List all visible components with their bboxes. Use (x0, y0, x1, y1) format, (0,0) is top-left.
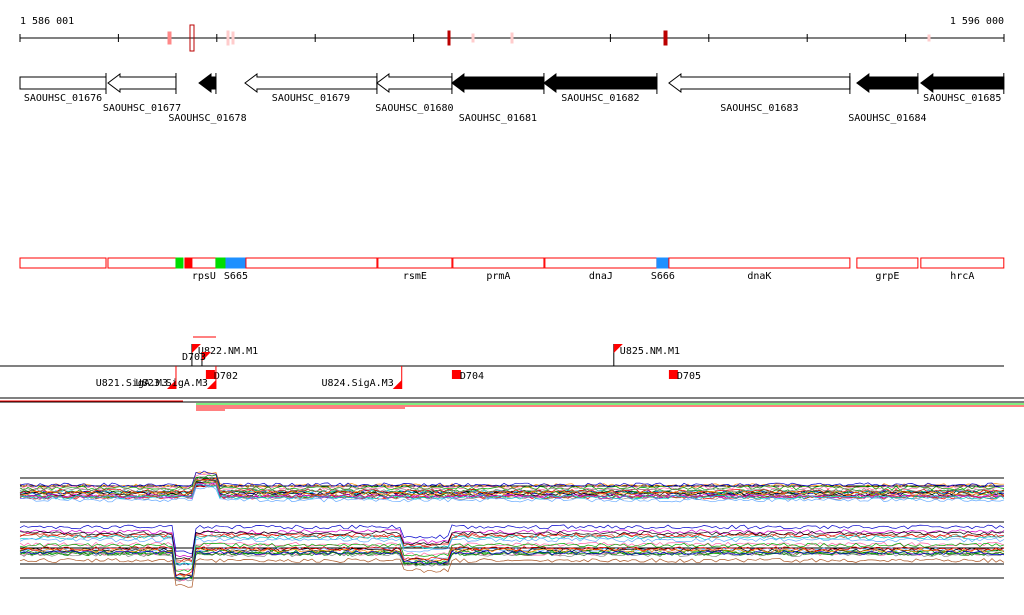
region-box[interactable] (377, 257, 453, 269)
region-box[interactable] (191, 257, 217, 269)
feature-flag-icon (206, 380, 216, 389)
axis-mark[interactable] (663, 30, 668, 46)
gene-saouhsc_01678[interactable]: SAOUHSC_01678 (168, 73, 247, 124)
feature-label: D703 (182, 352, 206, 363)
axis-mark[interactable] (167, 31, 172, 45)
gene-saouhsc_01676[interactable]: SAOUHSC_01676 (19, 73, 107, 104)
expression-trace (19, 552, 1005, 582)
region-box[interactable] (245, 257, 378, 269)
feature-u825-nm-m1[interactable]: U825.NM.M1 (613, 344, 680, 366)
axis-start-label: 1 586 001 (20, 16, 74, 27)
gene-label: SAOUHSC_01682 (561, 93, 639, 104)
feature-u824-siga-m3[interactable]: U824.SigA.M3 (321, 366, 403, 389)
region-box[interactable] (225, 257, 247, 269)
region-label: rsmE (403, 271, 427, 282)
axis-mark[interactable] (226, 30, 230, 46)
feature-track[interactable]: U822.NM.M1D703U825.NM.M1D702 D704 D705U821… (0, 336, 1024, 411)
region-track[interactable]: rpsU S665 rsmE prmA dnaJ S666 dnaK grpE hrcA (19, 257, 1005, 282)
region-label: S666 (651, 271, 675, 282)
gene-saouhsc_01680[interactable]: SAOUHSC_01680 (375, 73, 454, 114)
gene-label: SAOUHSC_01681 (459, 113, 537, 124)
gene-arrow[interactable] (920, 73, 1005, 93)
region-box[interactable] (19, 257, 107, 269)
gene-arrow[interactable] (668, 73, 851, 93)
expression-traces (19, 470, 1005, 588)
gene-saouhsc_01677[interactable]: SAOUHSC_01677 (103, 73, 181, 114)
feature-label: D702 (214, 371, 238, 382)
gene-label: SAOUHSC_01683 (720, 103, 798, 114)
region-label: prmA (486, 271, 510, 282)
region-label: rpsU (192, 271, 216, 282)
expression-trace (19, 471, 1004, 489)
expression-trace (19, 541, 1005, 572)
gene-saouhsc_01682[interactable]: SAOUHSC_01682 (543, 73, 658, 104)
region-box[interactable] (175, 257, 184, 269)
feature-flag-icon (392, 380, 402, 389)
region-label: grpE (875, 271, 899, 282)
gene-arrow[interactable] (376, 73, 453, 93)
axis-mark[interactable] (231, 31, 235, 45)
region-box[interactable] (656, 257, 670, 269)
gene-saouhsc_01685[interactable]: SAOUHSC_01685 (920, 73, 1005, 104)
gene-arrow[interactable] (19, 76, 107, 90)
gene-arrow[interactable] (856, 73, 919, 93)
region-label: dnaJ (589, 271, 613, 282)
gene-saouhsc_01681[interactable]: SAOUHSC_01681 (451, 73, 545, 124)
region-box[interactable] (107, 257, 177, 269)
gene-label: SAOUHSC_01684 (848, 113, 926, 124)
gene-arrow[interactable] (543, 73, 658, 93)
region-label: dnaK (747, 271, 771, 282)
expression-trace (19, 470, 1005, 488)
gene-track[interactable]: SAOUHSC_01676SAOUHSC_01677SAOUHSC_01678 S… (19, 73, 1005, 124)
axis-end-label: 1 596 000 (950, 16, 1004, 27)
region-box[interactable] (215, 257, 227, 269)
gene-label: SAOUHSC_01676 (24, 93, 102, 104)
region-box[interactable] (920, 257, 1005, 269)
axis-mark[interactable] (510, 32, 514, 44)
gene-label: SAOUHSC_01680 (375, 103, 453, 114)
gene-arrow[interactable] (107, 73, 177, 93)
feature-d702[interactable]: D702 (205, 370, 238, 382)
feature-label: U823.SigA.M3 (136, 378, 208, 389)
gene-saouhsc_01684[interactable]: SAOUHSC_01684 (848, 73, 927, 124)
gene-saouhsc_01683[interactable]: SAOUHSC_01683 (668, 73, 851, 114)
region-label: S665 (224, 271, 248, 282)
feature-d704[interactable]: D704 (451, 370, 484, 382)
axis-mark[interactable] (471, 33, 475, 43)
feature-label: D705 (677, 371, 701, 382)
feature-label: D704 (460, 371, 484, 382)
feature-d705[interactable]: D705 (668, 370, 701, 382)
region-box[interactable] (452, 257, 545, 269)
genome-browser[interactable]: 1 586 001 1 596 000 SAOUHSC_01676SAOUHSC… (0, 0, 1024, 611)
axis-mark[interactable] (447, 30, 451, 46)
gene-label: SAOUHSC_01685 (923, 93, 1001, 104)
feature-label: U825.NM.M1 (620, 346, 680, 357)
gene-arrow[interactable] (451, 73, 545, 93)
region-box[interactable] (544, 257, 658, 269)
feature-d703[interactable]: D703 (182, 352, 211, 366)
region-box[interactable] (668, 257, 851, 269)
gene-arrow[interactable] (244, 73, 378, 93)
region-box[interactable] (184, 257, 193, 269)
axis-mark[interactable] (927, 34, 931, 42)
gene-saouhsc_01679[interactable]: SAOUHSC_01679 (244, 73, 378, 104)
expression-trace (19, 474, 1005, 491)
gene-arrow[interactable] (198, 73, 217, 93)
region-box[interactable] (856, 257, 919, 269)
gene-label: SAOUHSC_01679 (272, 93, 350, 104)
expression-trace (19, 558, 1005, 588)
gene-label: SAOUHSC_01678 (168, 113, 246, 124)
region-label: hrcA (950, 271, 974, 282)
feature-label: U824.SigA.M3 (321, 378, 393, 389)
